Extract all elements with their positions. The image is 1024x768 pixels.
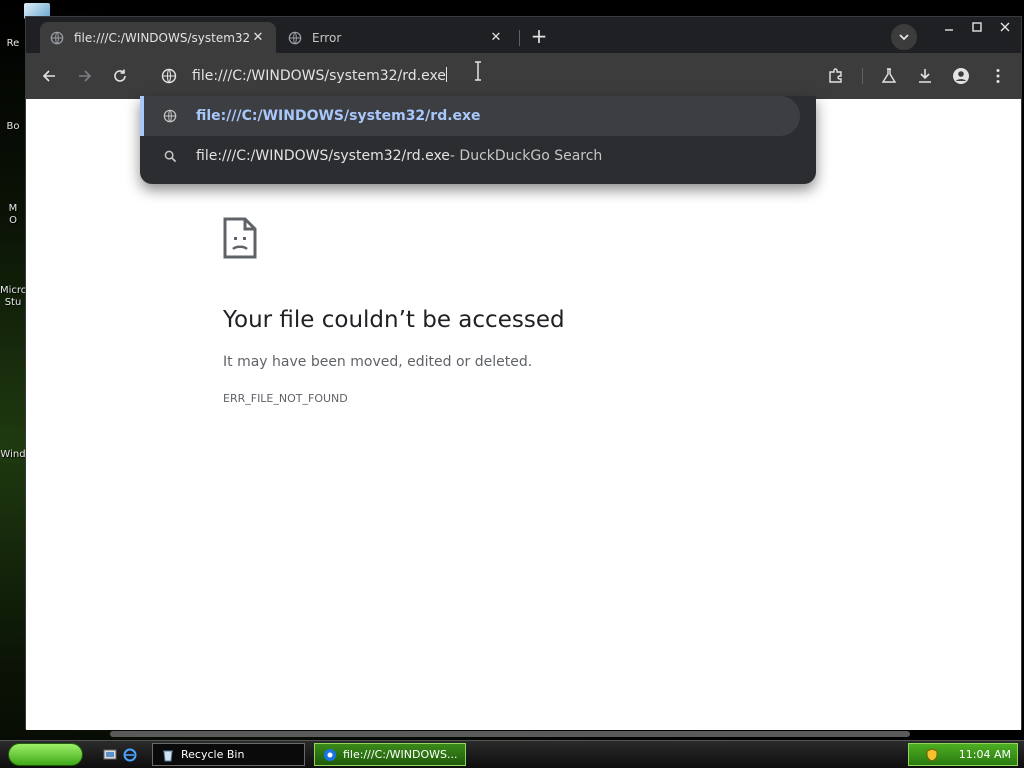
reload-button[interactable] (110, 66, 130, 86)
error-title: Your file couldn’t be accessed (223, 307, 565, 333)
address-bar[interactable]: file:///C:/WINDOWS/system32/rd.exe (192, 67, 447, 84)
desktop-icon (103, 749, 117, 760)
downloads-button[interactable] (915, 66, 935, 86)
minimize-button[interactable] (935, 17, 963, 37)
internet-explorer-icon (123, 748, 137, 762)
horizontal-scrollbar[interactable] (110, 731, 910, 737)
tab-title: file:///C:/WINDOWS/system32/rm (74, 30, 250, 45)
desktop-label[interactable]: Bo (0, 121, 26, 132)
tab-close-icon[interactable]: ✕ (250, 30, 266, 45)
tab-strip: file:///C:/WINDOWS/system32/rm ✕ Error ✕… (26, 17, 1021, 53)
desktop-label[interactable]: M (0, 203, 26, 214)
profile-button[interactable] (951, 66, 971, 86)
recycle-bin-icon (163, 750, 173, 761)
tab-title: Error (312, 30, 342, 45)
globe-icon (161, 68, 177, 84)
avatar-icon (953, 68, 969, 84)
search-icon (162, 148, 178, 164)
toolbar: file:///C:/WINDOWS/system32/rd.exe (26, 53, 1021, 99)
arrow-right-icon (79, 70, 92, 82)
forward-button[interactable] (75, 66, 95, 86)
ibeam-cursor-icon (475, 61, 481, 81)
menu-button[interactable] (988, 66, 1008, 86)
text-caret (445, 67, 447, 82)
window-controls (935, 17, 1019, 37)
tab-inactive[interactable]: Error ✕ (278, 22, 514, 53)
minimize-icon (945, 29, 953, 31)
browser-icon (324, 748, 336, 761)
labs-button[interactable] (879, 66, 899, 86)
globe-icon (50, 31, 64, 44)
extensions-button[interactable] (826, 66, 846, 86)
omnibox-dropdown: file:///C:/WINDOWS/system32/rd.exe file:… (140, 96, 816, 184)
desktop-label[interactable]: Re (0, 38, 26, 49)
ie-quicklaunch-button[interactable] (122, 747, 138, 763)
address-input[interactable]: file:///C:/WINDOWS/system32/rd.exe (192, 68, 446, 84)
suggestion-item[interactable]: file:///C:/WINDOWS/system32/rd.exe - Duc… (140, 136, 800, 176)
close-window-button[interactable] (991, 17, 1019, 37)
taskbar-item-label: file:///C:/WINDOWS... (343, 748, 458, 761)
arrow-left-icon (42, 70, 55, 82)
maximize-button[interactable] (963, 17, 991, 37)
kebab-menu-icon (996, 69, 1000, 83)
system-tray: 11:04 AM (908, 743, 1018, 766)
reload-icon (114, 69, 126, 82)
page-content: Your file couldn’t be accessed It may ha… (26, 99, 1021, 730)
back-button[interactable] (39, 66, 59, 86)
clock[interactable]: 11:04 AM (959, 748, 1011, 761)
desktop-label[interactable]: Micro (0, 285, 26, 296)
flask-icon (881, 68, 897, 83)
error-description: It may have been moved, edited or delete… (223, 354, 533, 370)
close-icon (1000, 22, 1010, 32)
desktop-label[interactable]: Stu (0, 297, 26, 308)
sad-file-icon (223, 217, 257, 259)
site-info-button[interactable] (159, 66, 179, 86)
desktop-label[interactable]: O (0, 215, 26, 226)
puzzle-icon (829, 68, 842, 83)
maximize-icon (972, 22, 982, 32)
suggestion-suffix: - DuckDuckGo Search (449, 148, 603, 164)
toolbar-separator (862, 68, 863, 84)
error-code: ERR_FILE_NOT_FOUND (223, 392, 348, 405)
tab-close-icon[interactable]: ✕ (488, 30, 504, 45)
suggestion-text: file:///C:/WINDOWS/system32/rd.exe (196, 148, 450, 164)
suggestion-text: file:///C:/WINDOWS/system32/rd.exe (196, 108, 481, 124)
show-desktop-button[interactable] (102, 747, 118, 763)
globe-icon (288, 31, 302, 44)
taskbar: Recycle Bin file:///C:/WINDOWS... 11:04 … (0, 740, 1024, 768)
new-tab-button[interactable]: + (527, 25, 551, 49)
taskbar-item-browser[interactable]: file:///C:/WINDOWS... (314, 743, 466, 766)
download-icon (919, 69, 931, 83)
tab-search-button[interactable] (891, 24, 917, 50)
taskbar-item-recycle-bin[interactable]: Recycle Bin (152, 743, 305, 766)
start-button[interactable] (8, 743, 83, 766)
tab-separator (519, 30, 520, 46)
suggestion-item-selected[interactable]: file:///C:/WINDOWS/system32/rd.exe (140, 96, 800, 136)
security-shield-icon[interactable] (925, 748, 939, 762)
tab-active[interactable]: file:///C:/WINDOWS/system32/rm ✕ (40, 22, 276, 53)
globe-icon (162, 108, 178, 124)
desktop-label[interactable]: Wind (0, 449, 26, 460)
taskbar-item-label: Recycle Bin (181, 748, 245, 761)
chevron-down-icon (899, 34, 909, 41)
